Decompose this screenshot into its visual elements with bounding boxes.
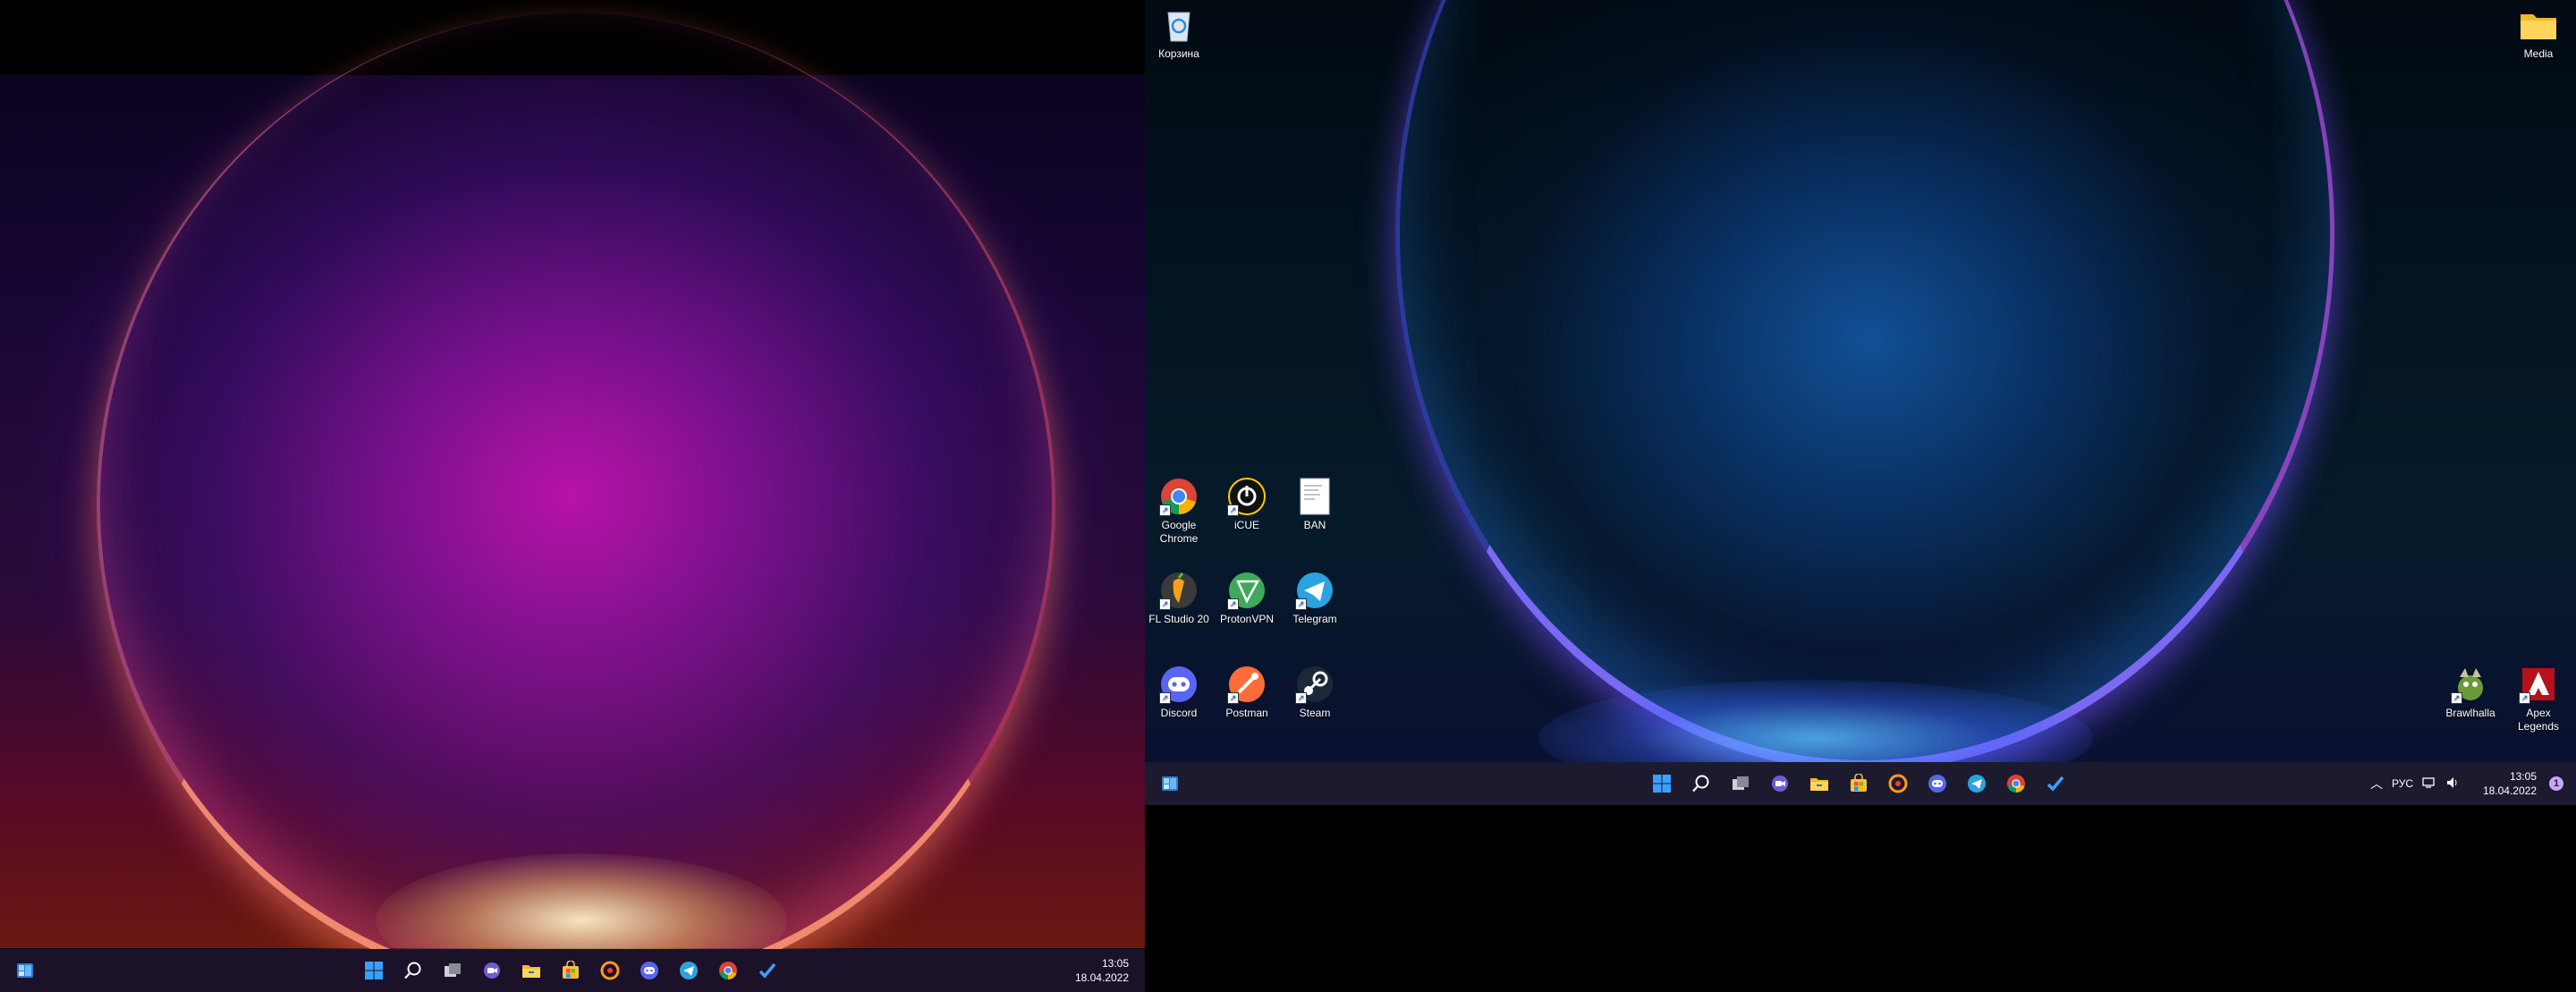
desktop-icon-google-chrome[interactable]: ↗ Google Chrome xyxy=(1145,477,1213,546)
taskbar-apps-left xyxy=(356,949,785,992)
desktop-icon-postman[interactable]: ↗ Postman xyxy=(1213,665,1281,720)
shortcut-arrow-icon: ↗ xyxy=(1295,692,1307,704)
desktop-icon-label: FL Studio 20 xyxy=(1148,613,1209,625)
wallpaper-left xyxy=(0,13,1145,992)
start-icon[interactable] xyxy=(1644,766,1680,801)
telegram-icon[interactable] xyxy=(1959,766,1995,801)
desktop-icon-label: Discord xyxy=(1160,707,1198,719)
chrome-icon[interactable] xyxy=(1998,766,2034,801)
todo-icon[interactable] xyxy=(750,953,785,988)
desktop-icon-label: ProtonVPN xyxy=(1219,613,1275,625)
store-icon[interactable] xyxy=(553,953,589,988)
desktop-icon-label: Postman xyxy=(1225,707,1268,719)
task-view-icon[interactable] xyxy=(1723,766,1758,801)
steam-icon: ↗ xyxy=(1295,665,1335,704)
taskbar-right: ︿ РУС 13:05 18.04.2022 1 xyxy=(1145,762,2576,805)
task-view-icon[interactable] xyxy=(435,953,470,988)
wallpaper-orb xyxy=(97,13,1055,992)
clock-right[interactable]: 13:05 18.04.2022 xyxy=(2483,769,2537,798)
apex-legends-icon: ↗ xyxy=(2519,665,2558,704)
widgets-icon[interactable] xyxy=(1152,766,1188,801)
desktop-icon-label: Telegram xyxy=(1292,613,1337,625)
desktop-icon-label: Steam xyxy=(1299,707,1331,719)
volume-icon[interactable] xyxy=(2445,776,2460,793)
chevron-up-icon[interactable]: ︿ xyxy=(2370,775,2383,793)
icue-icon: ↗ xyxy=(1227,477,1267,516)
desktop-icon-label: Brawlhalla xyxy=(2445,707,2496,719)
shortcut-arrow-icon: ↗ xyxy=(1227,504,1239,516)
desktop-icon-recycle-bin[interactable]: Корзина xyxy=(1145,5,1213,61)
desktop-icon-media[interactable]: Media xyxy=(2504,5,2572,61)
desktop-icon-fl-studio[interactable]: ↗ FL Studio 20 xyxy=(1145,571,1213,626)
discord-icon: ↗ xyxy=(1159,665,1199,704)
telegram-icon[interactable] xyxy=(671,953,707,988)
desktop-icon-protonvpn[interactable]: ↗ ProtonVPN xyxy=(1213,571,1281,626)
file-explorer-icon[interactable] xyxy=(1801,766,1837,801)
desktop-icon-ban[interactable]: BAN xyxy=(1281,477,1349,532)
network-icon[interactable] xyxy=(2422,776,2436,793)
language-indicator[interactable]: РУС xyxy=(2392,777,2413,790)
desktop-icon-label: Apex Legends xyxy=(2517,707,2560,733)
search-icon[interactable] xyxy=(395,953,431,988)
taskbar-apps-right xyxy=(1644,762,2073,805)
clock-time: 13:05 xyxy=(1101,957,1129,970)
chrome-icon: ↗ xyxy=(1159,477,1199,516)
system-tray: ︿ РУС xyxy=(2370,762,2460,805)
shortcut-arrow-icon: ↗ xyxy=(2519,692,2530,704)
clock-date: 18.04.2022 xyxy=(1074,971,1129,984)
desktop-icon-brawlhalla[interactable]: ↗ Brawlhalla xyxy=(2436,665,2504,720)
start-icon[interactable] xyxy=(356,953,392,988)
shortcut-arrow-icon: ↗ xyxy=(1159,504,1171,516)
left-monitor: 13:05 18.04.2022 xyxy=(0,0,1145,992)
taskbar-left: 13:05 18.04.2022 xyxy=(0,949,1145,992)
desktop-icon-telegram[interactable]: ↗ Telegram xyxy=(1281,571,1349,626)
widgets-icon[interactable] xyxy=(7,953,43,988)
yandex-music-icon[interactable] xyxy=(1880,766,1916,801)
desktop-icon-apex-legends[interactable]: ↗ Apex Legends xyxy=(2504,665,2572,733)
text-file-icon xyxy=(1295,477,1335,516)
shortcut-arrow-icon: ↗ xyxy=(2451,692,2462,704)
desktop-icon-discord[interactable]: ↗ Discord xyxy=(1145,665,1213,720)
shortcut-arrow-icon: ↗ xyxy=(1159,692,1171,704)
telegram-icon: ↗ xyxy=(1295,571,1335,610)
chrome-icon[interactable] xyxy=(710,953,746,988)
desktop-icon-steam[interactable]: ↗ Steam xyxy=(1281,665,1349,720)
discord-icon[interactable] xyxy=(1919,766,1955,801)
folder-icon xyxy=(2519,5,2558,45)
chat-icon[interactable] xyxy=(474,953,510,988)
protonvpn-icon: ↗ xyxy=(1227,571,1267,610)
store-icon[interactable] xyxy=(1841,766,1877,801)
desktop-icon-label: Media xyxy=(2523,47,2554,60)
desktop-icon-label: Google Chrome xyxy=(1159,519,1199,545)
yandex-music-icon[interactable] xyxy=(592,953,628,988)
shortcut-arrow-icon: ↗ xyxy=(1227,692,1239,704)
brawlhalla-icon: ↗ xyxy=(2451,665,2490,704)
desktop-icon-label: BAN xyxy=(1303,519,1326,531)
wallpaper-orb xyxy=(1395,0,2334,771)
right-monitor: Корзина Media ↗ Google Chrome ↗ iCUE BAN… xyxy=(1145,0,2576,805)
chat-icon[interactable] xyxy=(1762,766,1798,801)
desktop-icon-label: Корзина xyxy=(1158,47,1199,60)
notification-badge[interactable]: 1 xyxy=(2549,776,2563,791)
todo-icon[interactable] xyxy=(2038,766,2073,801)
discord-icon[interactable] xyxy=(631,953,667,988)
file-explorer-icon[interactable] xyxy=(513,953,549,988)
postman-icon: ↗ xyxy=(1227,665,1267,704)
desktop-icon-label: iCUE xyxy=(1233,519,1259,531)
clock-date: 18.04.2022 xyxy=(2482,784,2537,797)
shortcut-arrow-icon: ↗ xyxy=(1227,598,1239,610)
desktop-icon-icue[interactable]: ↗ iCUE xyxy=(1213,477,1281,532)
recycle-bin-icon xyxy=(1159,5,1199,45)
search-icon[interactable] xyxy=(1683,766,1719,801)
shortcut-arrow-icon: ↗ xyxy=(1159,598,1171,610)
wallpaper-right xyxy=(1145,0,2576,796)
shortcut-arrow-icon: ↗ xyxy=(1295,598,1307,610)
clock-left[interactable]: 13:05 18.04.2022 xyxy=(1075,956,1129,985)
fl-studio-icon: ↗ xyxy=(1159,571,1199,610)
clock-time: 13:05 xyxy=(2509,770,2537,783)
